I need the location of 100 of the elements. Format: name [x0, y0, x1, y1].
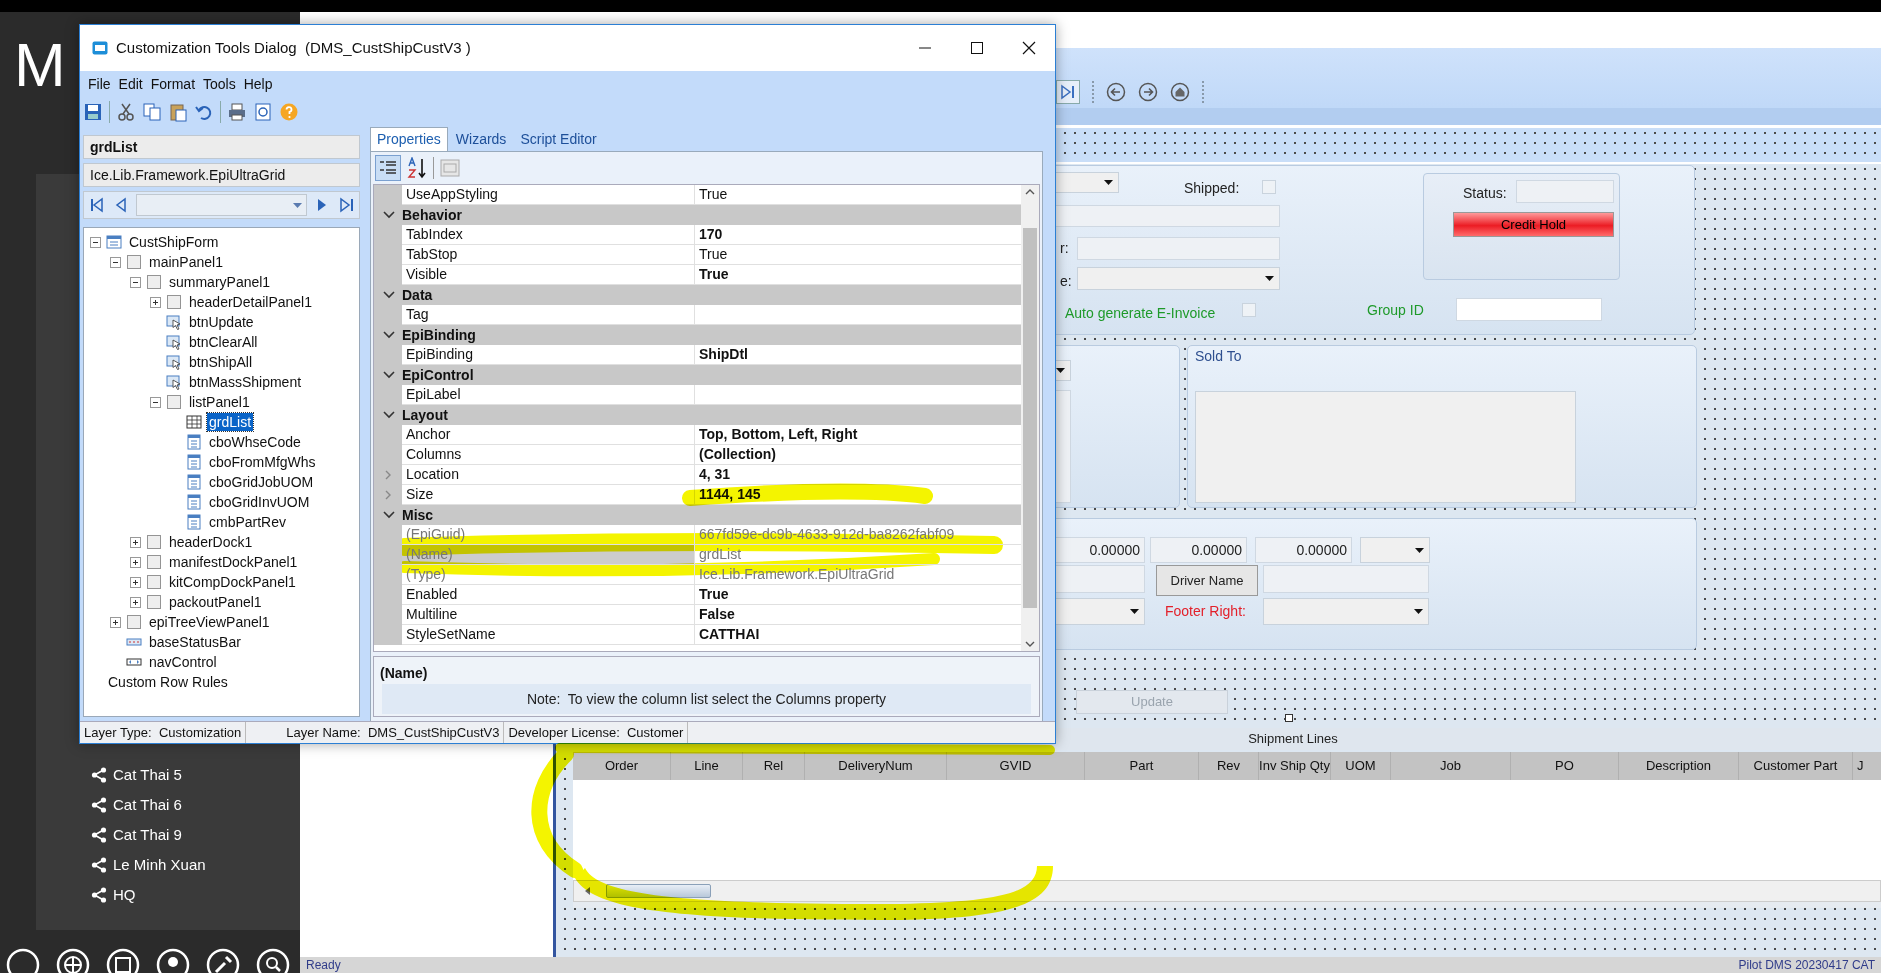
property-value[interactable]: 4, 31	[699, 465, 731, 484]
collapse-icon[interactable]	[110, 256, 121, 268]
tree-item[interactable]: btnClearAll	[187, 333, 260, 351]
tree-item[interactable]: listPanel1	[187, 393, 252, 411]
checkbox[interactable]	[1262, 180, 1276, 194]
sort-alphabetical-icon[interactable]	[407, 157, 427, 179]
property-value[interactable]: Ice.Lib.Framework.EpiUltraGrid	[699, 565, 895, 584]
tree-item[interactable]: kitCompDockPanel1	[167, 573, 298, 591]
text-field[interactable]	[1263, 565, 1429, 593]
site-link[interactable]: Cat Thai 6	[113, 793, 182, 817]
tree-item[interactable]: cmbPartRev	[207, 513, 289, 531]
property-name[interactable]: Anchor	[402, 425, 695, 445]
search-icon[interactable]	[256, 948, 290, 973]
menu-item[interactable]: File	[84, 73, 115, 95]
property-value[interactable]: True	[699, 265, 729, 284]
scroll-thumb[interactable]	[1023, 228, 1037, 608]
collapse-icon[interactable]	[130, 276, 141, 288]
dropdown-field[interactable]	[1077, 267, 1280, 290]
tree-item[interactable]: navControl	[147, 653, 219, 671]
dropdown-field[interactable]	[1263, 598, 1429, 625]
chevron-down-icon[interactable]	[383, 291, 395, 299]
site-link[interactable]: HQ	[113, 883, 136, 907]
tree-item[interactable]: btnMassShipment	[187, 373, 304, 391]
dropdown-field[interactable]	[1360, 537, 1430, 563]
property-value[interactable]: 1144, 145	[699, 485, 761, 504]
tree-item[interactable]: headerDetailPanel1	[187, 293, 314, 311]
tree-item[interactable]: summaryPanel1	[167, 273, 273, 291]
tree-item[interactable]: mainPanel1	[147, 253, 225, 271]
expand-icon[interactable]	[110, 616, 121, 628]
site-link[interactable]: Cat Thai 9	[113, 823, 182, 847]
tree-item[interactable]: btnShipAll	[187, 353, 255, 371]
tree-item[interactable]: baseStatusBar	[147, 633, 243, 651]
amount-field[interactable]: 0.00000	[1150, 537, 1247, 563]
property-value[interactable]: Top, Bottom, Left, Right	[699, 425, 858, 444]
tree-item[interactable]: packoutPanel1	[167, 593, 264, 611]
tree-item[interactable]: cboGridJobUOM	[207, 473, 316, 491]
property-value[interactable]: True	[699, 185, 728, 204]
tab[interactable]: Properties	[370, 127, 448, 151]
wrench-icon[interactable]	[206, 948, 240, 973]
scroll-down-icon[interactable]	[1025, 641, 1035, 647]
back-icon[interactable]	[1106, 82, 1126, 102]
tab[interactable]: Script Editor	[514, 127, 603, 151]
property-value[interactable]: False	[699, 605, 735, 624]
amount-field[interactable]: 0.00000	[1255, 537, 1352, 563]
copy-icon[interactable]	[142, 102, 162, 122]
data-grid[interactable]: Order Line Rel DeliveryNum GVID Part Rev Inv Ship Qty UOM Job PO Description Customer Part J	[573, 752, 1881, 908]
maximize-icon[interactable]	[970, 41, 984, 55]
globe-icon[interactable]	[56, 948, 90, 973]
scrollbar[interactable]	[573, 880, 1881, 902]
site-link[interactable]: Cat Thai 5	[113, 763, 182, 787]
tree-item[interactable]: Custom Row Rules	[106, 673, 230, 691]
cut-icon[interactable]	[116, 102, 136, 122]
driver-name-button[interactable]: Driver Name	[1156, 565, 1258, 596]
tree-item[interactable]: manifestDockPanel1	[167, 553, 300, 571]
chevron-down-icon[interactable]	[383, 411, 395, 419]
share-icon[interactable]	[91, 767, 107, 783]
property-name[interactable]: TabStop	[402, 245, 695, 265]
tree-item[interactable]: cboFromMfgWhs	[207, 453, 318, 471]
chevron-down-icon[interactable]	[383, 371, 395, 379]
property-value[interactable]: (Collection)	[699, 445, 776, 464]
menu-item[interactable]: Help	[239, 73, 277, 95]
print-icon[interactable]	[227, 102, 247, 122]
property-name[interactable]: Enabled	[402, 585, 695, 605]
property-value[interactable]: True	[699, 585, 729, 604]
expand-icon[interactable]	[130, 556, 141, 568]
menu-item[interactable]: Edit	[114, 73, 147, 95]
chevron-down-icon[interactable]	[383, 211, 395, 219]
save-icon[interactable]	[83, 102, 103, 122]
property-name[interactable]: Location	[402, 465, 695, 485]
property-grid[interactable]	[373, 184, 1040, 652]
property-value[interactable]: True	[699, 245, 728, 264]
scrollbar[interactable]	[1021, 185, 1039, 651]
chevron-down-icon[interactable]	[383, 331, 395, 339]
text-field[interactable]	[1077, 237, 1280, 260]
property-name[interactable]: Columns	[402, 445, 695, 465]
share-icon[interactable]	[91, 887, 107, 903]
tree-view[interactable]	[83, 227, 360, 717]
property-name[interactable]: Multiline	[402, 605, 695, 625]
expand-icon[interactable]	[130, 536, 141, 548]
tree-item[interactable]: cboWhseCode	[207, 433, 303, 451]
chevron-down-icon[interactable]	[383, 511, 395, 519]
checkbox[interactable]	[1242, 303, 1256, 317]
expand-icon[interactable]	[150, 296, 161, 308]
scroll-up-icon[interactable]	[1025, 189, 1035, 195]
last-record-icon[interactable]	[1056, 80, 1080, 104]
home-icon[interactable]	[1170, 82, 1190, 102]
property-name[interactable]: StyleSetName	[402, 625, 695, 645]
tree-item[interactable]: epiTreeViewPanel1	[147, 613, 272, 631]
tree-item[interactable]: CustShipForm	[127, 233, 221, 251]
collapse-icon[interactable]	[90, 236, 101, 248]
forward-icon[interactable]	[1138, 82, 1158, 102]
text-field[interactable]	[1456, 298, 1602, 321]
tree-item[interactable]: headerDock1	[167, 533, 255, 551]
tree-item[interactable]: grdList	[207, 413, 254, 431]
collapse-icon[interactable]	[150, 396, 161, 408]
property-value[interactable]: 170	[699, 225, 723, 244]
tree-item[interactable]: btnUpdate	[187, 313, 256, 331]
share-icon[interactable]	[91, 827, 107, 843]
menu-item[interactable]: Format	[146, 73, 200, 95]
share-icon[interactable]	[91, 797, 107, 813]
